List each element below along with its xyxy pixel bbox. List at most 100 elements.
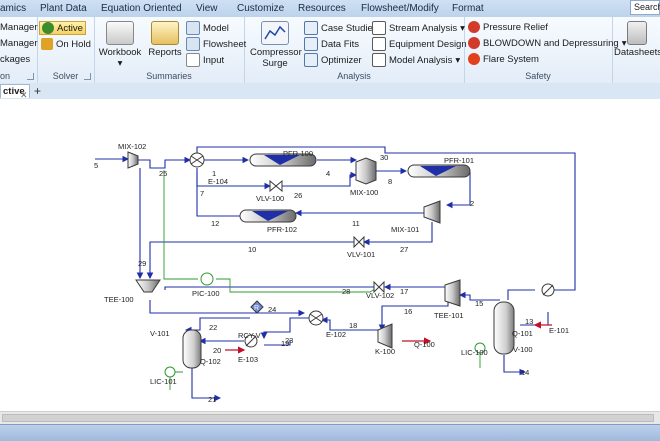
label-stream-14: 14 <box>521 368 529 377</box>
label-pfr-100: PFR-100 <box>283 149 313 158</box>
ribbon-packages[interactable]: ckages <box>0 54 30 65</box>
lic-101[interactable] <box>164 366 176 378</box>
recycle-icon: R <box>254 305 259 312</box>
label-stream-17: 17 <box>400 287 408 296</box>
stream-24[interactable] <box>149 300 306 317</box>
menu-customize[interactable]: Customize <box>237 3 284 14</box>
reports-icon <box>151 21 179 45</box>
label-stream-30: 30 <box>380 153 388 162</box>
ribbon-group-safety: Pressure Relief BLOWDOWN and Depressurin… <box>464 17 626 83</box>
menu-dynamics[interactable]: amics <box>0 3 26 14</box>
tee-101[interactable] <box>444 279 461 307</box>
label-lic-100: LIC-100 <box>461 348 488 357</box>
label-stream-15: 15 <box>475 299 483 308</box>
mix-102[interactable] <box>127 151 139 169</box>
hold-icon <box>41 38 53 50</box>
solver-launcher-icon[interactable] <box>84 73 91 80</box>
label-rcy-v: RCY-V <box>238 331 261 340</box>
flare-system-label: Flare System <box>483 53 539 65</box>
label-stream-26: 26 <box>294 191 302 200</box>
group-launcher-icon[interactable] <box>27 73 34 80</box>
optimizer-icon <box>304 53 318 67</box>
data-fits-label: Data Fits <box>321 38 360 50</box>
label-vlv-102: VLV-102 <box>366 291 394 300</box>
label-stream-11: 11 <box>352 219 360 228</box>
label-stream-29: 29 <box>138 259 146 268</box>
stream-analysis-button[interactable]: Stream Analysis ▾ <box>372 21 465 35</box>
tee-100[interactable] <box>135 279 161 293</box>
model-summary-button[interactable]: Model <box>186 21 229 35</box>
stream-19[interactable] <box>260 317 310 340</box>
vlv-101[interactable] <box>353 235 360 249</box>
v-101[interactable] <box>182 329 202 369</box>
workbook-icon <box>106 21 134 45</box>
label-stream-4: 4 <box>326 169 330 178</box>
label-q-102: Q-102 <box>200 357 221 366</box>
search-input[interactable]: Search <box>630 0 660 15</box>
flowsheet-summary-button[interactable]: Flowsheet <box>186 37 246 51</box>
label-stream-16: 16 <box>404 307 412 316</box>
reports-button[interactable]: Reports <box>146 21 184 58</box>
menu-flowsheet-modify[interactable]: Flowsheet/Modify <box>361 3 439 14</box>
label-pic-100: PIC-100 <box>192 289 220 298</box>
stream-13[interactable] <box>507 289 535 300</box>
tab-active[interactable]: ctive ✕ <box>0 84 30 100</box>
equipment-design-button[interactable]: Equipment Design▾ <box>372 37 474 51</box>
vlv-100[interactable] <box>269 179 277 193</box>
mix-101[interactable] <box>423 200 441 224</box>
status-bar <box>0 424 660 441</box>
menu-format[interactable]: Format <box>452 3 484 14</box>
label-pfr-101: PFR-101 <box>444 156 474 165</box>
stream-25[interactable] <box>138 156 192 169</box>
ribbon-manager-2[interactable]: Manager <box>0 38 38 49</box>
menu-plant-data[interactable]: Plant Data <box>40 3 87 14</box>
label-stream-12: 12 <box>211 219 219 228</box>
flowsheet-canvas[interactable]: R MIX-102 5 25 1 E-104 PFR-100 30 PFR-10… <box>0 99 660 411</box>
compressor-surge-button[interactable]: Compressor Surge <box>250 21 302 69</box>
model-analysis-button[interactable]: Model Analysis ▾ <box>372 53 460 67</box>
k-100[interactable] <box>377 323 393 349</box>
datasheets-icon <box>627 21 647 45</box>
case-studies-icon <box>304 21 318 35</box>
summaries-group-label: Summaries <box>146 71 192 81</box>
blowdown-button[interactable]: BLOWDOWN and Depressuring ▾ <box>468 37 626 49</box>
workbook-button[interactable]: Workbook ▾ <box>98 21 142 69</box>
ribbon-group-analysis: Compressor Surge Case Studies Data Fits … <box>244 17 474 83</box>
equipment-design-label: Equipment Design <box>389 38 467 50</box>
scrollbar-thumb[interactable] <box>2 414 654 422</box>
solver-on-hold-button[interactable]: On Hold <box>41 38 91 50</box>
solver-active-button[interactable]: Active <box>39 21 86 35</box>
label-stream-24: 24 <box>268 305 276 314</box>
data-fits-button[interactable]: Data Fits <box>304 37 359 51</box>
ribbon-manager-1[interactable]: Manager <box>0 22 38 33</box>
label-vlv-100: VLV-100 <box>256 194 284 203</box>
pressure-relief-icon <box>468 21 480 33</box>
stream-21[interactable] <box>191 366 222 402</box>
document-tab-strip: ctive ✕ + <box>0 83 660 100</box>
horizontal-scrollbar[interactable] <box>0 411 660 425</box>
stream-26[interactable] <box>282 171 358 187</box>
model-analysis-icon <box>372 53 386 67</box>
pic-100[interactable] <box>200 272 214 286</box>
v-100[interactable] <box>493 301 515 355</box>
label-stream-27: 27 <box>400 245 408 254</box>
menu-view[interactable]: View <box>196 3 218 14</box>
input-icon <box>186 53 200 67</box>
label-v-100: V-100 <box>513 345 533 354</box>
menu-equation-oriented[interactable]: Equation Oriented <box>101 3 182 14</box>
analysis-group-label: Analysis <box>337 71 371 81</box>
mix-100[interactable] <box>355 157 377 185</box>
safety-group-label: Safety <box>525 71 551 81</box>
datasheets-button[interactable]: Datasheets <box>614 21 660 58</box>
input-summary-button[interactable]: Input <box>186 53 224 67</box>
optimizer-button[interactable]: Optimizer <box>304 53 362 67</box>
pressure-relief-button[interactable]: Pressure Relief <box>468 21 548 33</box>
add-tab-icon[interactable]: + <box>34 84 41 98</box>
label-k-100: K-100 <box>375 347 395 356</box>
stream-22[interactable] <box>184 317 250 334</box>
menu-resources[interactable]: Resources <box>298 3 346 14</box>
label-tee-100: TEE-100 <box>104 295 134 304</box>
flare-system-button[interactable]: Flare System <box>468 53 539 65</box>
case-studies-button[interactable]: Case Studies <box>304 21 378 35</box>
label-stream-18: 18 <box>349 321 357 330</box>
